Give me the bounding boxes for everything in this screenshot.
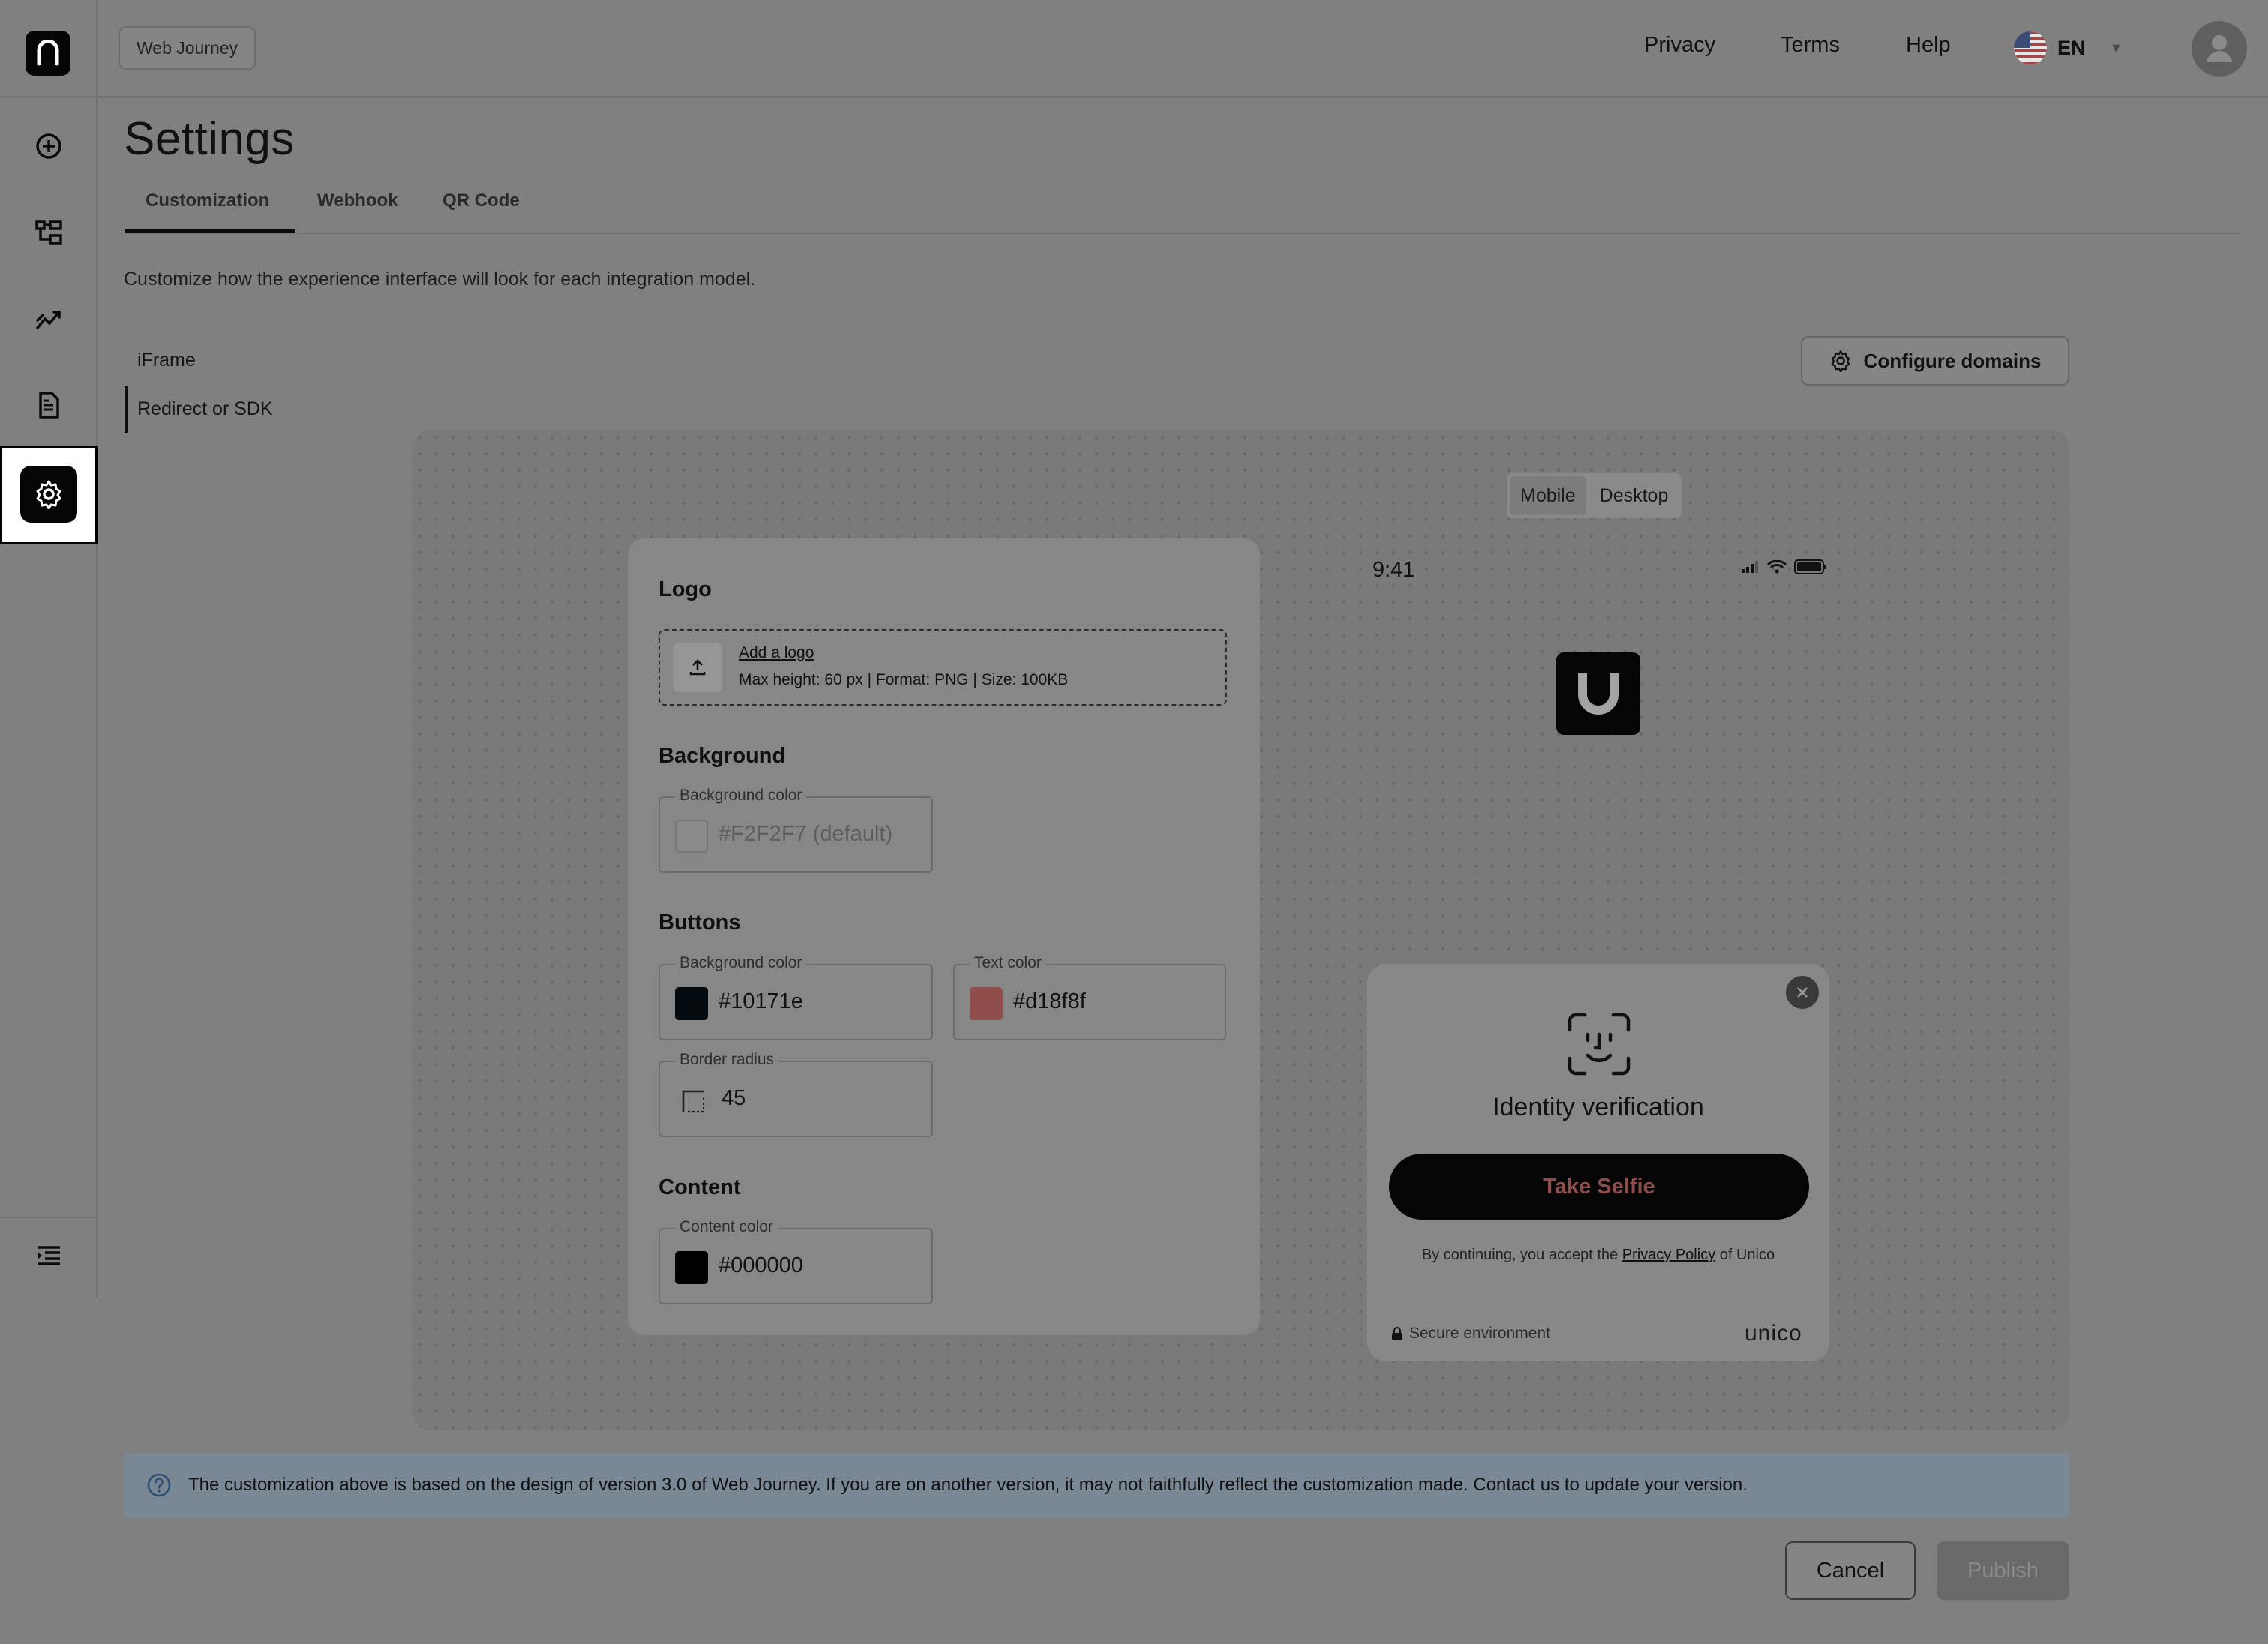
- button-text-color-field[interactable]: Text color #d18f8f: [953, 954, 1226, 1040]
- privacy-link[interactable]: Privacy: [1644, 33, 1715, 58]
- upload-icon[interactable]: [673, 643, 722, 692]
- page-description: Customize how the experience interface w…: [124, 268, 756, 290]
- border-radius-label: Border radius: [675, 1051, 779, 1069]
- tab-customization[interactable]: Customization: [146, 190, 269, 212]
- logo-upload-area[interactable]: Add a logo Max height: 60 px | Format: P…: [658, 629, 1227, 706]
- configure-domains-button[interactable]: Configure domains: [1801, 336, 2069, 386]
- border-radius-value: 45: [722, 1086, 746, 1110]
- model-iframe[interactable]: iFrame: [137, 350, 196, 371]
- background-color-label: Background color: [675, 787, 807, 805]
- close-icon[interactable]: [1786, 976, 1819, 1009]
- button-bg-color-label: Background color: [675, 954, 807, 972]
- version-info-text: The customization above is based on the …: [188, 1474, 1748, 1495]
- secure-environment-label: Secure environment: [1409, 1324, 1550, 1342]
- content-color-label: Content color: [675, 1218, 778, 1236]
- language-code: EN: [2057, 36, 2086, 59]
- battery-icon: [1794, 560, 1826, 574]
- cancel-button[interactable]: Cancel: [1785, 1541, 1916, 1600]
- tabs-divider: [124, 232, 2240, 234]
- terms-link[interactable]: Terms: [1780, 33, 1840, 58]
- background-color-swatch[interactable]: [675, 820, 708, 853]
- status-bar-time: 9:41: [1372, 558, 1415, 582]
- unico-brand: unico: [1744, 1321, 1802, 1346]
- wifi-icon: [1767, 560, 1786, 574]
- avatar[interactable]: [2192, 21, 2247, 76]
- sidebar-item-settings[interactable]: [0, 446, 98, 544]
- status-bar-icons: [1742, 560, 1827, 574]
- help-link[interactable]: Help: [1906, 33, 1951, 58]
- analytics-icon[interactable]: [26, 296, 71, 341]
- consent-text: By continuing, you accept the Privacy Po…: [1367, 1246, 1829, 1264]
- secure-environment: Secure environment: [1391, 1324, 1550, 1342]
- signal-icon: [1742, 561, 1758, 573]
- active-tab-indicator: [124, 230, 296, 233]
- gear-icon: [1831, 350, 1850, 372]
- device-toggle[interactable]: Mobile Desktop: [1507, 473, 1682, 518]
- us-flag-icon: [2014, 32, 2047, 64]
- version-info-banner: The customization above is based on the …: [124, 1453, 2069, 1517]
- flow-icon[interactable]: [26, 210, 71, 255]
- tab-qr-code[interactable]: QR Code: [442, 190, 520, 212]
- menu-collapse-icon[interactable]: [26, 1233, 71, 1278]
- button-text-color-swatch[interactable]: [970, 987, 1003, 1020]
- page-title: Settings: [124, 113, 296, 165]
- configure-domains-label: Configure domains: [1863, 349, 2042, 372]
- active-model-indicator: [124, 386, 128, 433]
- content-color-field[interactable]: Content color #000000: [658, 1218, 933, 1304]
- background-section-title: Background: [658, 744, 786, 768]
- identity-modal: Identity verification Take Selfie By con…: [1367, 964, 1829, 1361]
- publish-button[interactable]: Publish: [1936, 1541, 2069, 1600]
- language-selector[interactable]: EN ▼: [2014, 28, 2122, 68]
- chevron-down-icon: ▼: [2109, 40, 2123, 56]
- model-redirect-sdk[interactable]: Redirect or SDK: [137, 398, 273, 420]
- sidebar: [0, 0, 98, 1298]
- take-selfie-button[interactable]: Take Selfie: [1389, 1154, 1809, 1220]
- buttons-section-title: Buttons: [658, 910, 741, 934]
- consent-suffix: of Unico: [1715, 1246, 1775, 1263]
- tab-webhook[interactable]: Webhook: [317, 190, 398, 212]
- gear-icon[interactable]: [20, 466, 77, 523]
- add-circle-icon[interactable]: [26, 124, 71, 169]
- button-text-color-label: Text color: [970, 954, 1046, 972]
- sidebar-divider: [0, 1216, 98, 1218]
- privacy-policy-link[interactable]: Privacy Policy: [1622, 1246, 1715, 1263]
- button-bg-color-field[interactable]: Background color #10171e: [658, 954, 933, 1040]
- button-bg-color-swatch[interactable]: [675, 987, 708, 1020]
- journey-badge[interactable]: Web Journey: [118, 26, 256, 70]
- toggle-mobile[interactable]: Mobile: [1510, 476, 1586, 515]
- help-circle-icon: [147, 1473, 171, 1497]
- border-radius-field[interactable]: Border radius 45: [658, 1051, 933, 1137]
- content-section-title: Content: [658, 1175, 741, 1199]
- background-color-value: #F2F2F7 (default): [718, 822, 893, 846]
- background-color-field[interactable]: Background color #F2F2F7 (default): [658, 787, 933, 873]
- add-logo-link[interactable]: Add a logo: [739, 644, 814, 662]
- face-id-icon: [1567, 1012, 1631, 1080]
- content-color-value: #000000: [718, 1253, 803, 1277]
- toggle-desktop[interactable]: Desktop: [1589, 476, 1679, 515]
- brand-logo-icon: [1556, 652, 1640, 735]
- document-icon[interactable]: [26, 382, 71, 428]
- content-color-swatch[interactable]: [675, 1251, 708, 1284]
- logo-icon[interactable]: [26, 31, 70, 76]
- sidebar-divider: [0, 96, 98, 98]
- button-text-color-value: #d18f8f: [1013, 989, 1086, 1013]
- logo-section-title: Logo: [658, 578, 712, 602]
- consent-prefix: By continuing, you accept the: [1421, 1246, 1622, 1263]
- button-bg-color-value: #10171e: [718, 989, 803, 1013]
- border-radius-icon: [681, 1089, 705, 1117]
- modal-title: Identity verification: [1492, 1093, 1704, 1121]
- top-header: Web Journey Privacy Terms Help EN ▼: [98, 0, 2268, 98]
- logo-upload-hint: Max height: 60 px | Format: PNG | Size: …: [739, 671, 1069, 688]
- lock-icon: [1392, 1327, 1402, 1340]
